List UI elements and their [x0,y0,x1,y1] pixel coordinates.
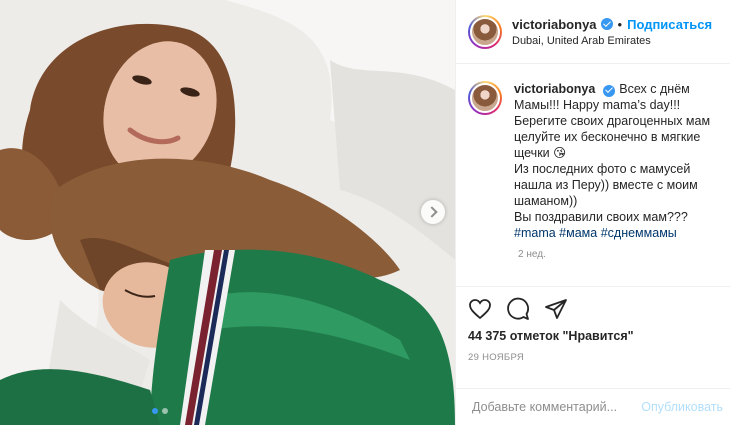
caption-text: victoriabonya Всех с днём Мамы!!! Happy m… [514,81,719,241]
separator-dot: • [617,16,623,32]
caption-line-3: Вы поздравили своих мам??? [514,210,688,224]
caption-line-2: Из последних фото с мамусей нашла из Пер… [514,162,698,208]
likes-count[interactable]: 44 375 отметок "Нравится" [468,329,719,343]
carousel-next-button[interactable] [421,200,445,224]
heart-icon[interactable] [468,297,492,321]
carousel-dot-1 [152,408,158,414]
carousel-dot-2 [162,408,168,414]
avatar[interactable] [468,14,502,49]
comment-input[interactable] [472,400,642,414]
post-date: 29 ноября [468,352,525,363]
comment-form: Опубликовать [456,388,730,425]
post-sidebar: victoriabonya • Подписаться Dubai, Unite… [455,0,730,425]
publish-button[interactable]: Опубликовать [641,400,723,414]
follow-button[interactable]: Подписаться [627,17,712,32]
post-header: victoriabonya • Подписаться Dubai, Unite… [456,0,730,64]
hashtag-mama-latin[interactable]: #mama [514,226,556,240]
location-link[interactable]: Dubai, United Arab Emirates [512,35,712,47]
post-photo[interactable] [0,0,455,425]
caption-username[interactable]: victoriabonya [514,82,595,96]
paper-plane-icon[interactable] [544,297,568,321]
photo-illustration [0,0,455,425]
caption-verified-badge-icon [603,84,616,97]
post-actions: 44 375 отметок "Нравится" 29 ноября [456,286,730,363]
hashtag-mama[interactable]: #мама [559,226,597,240]
caption-area: victoriabonya Всех с днём Мамы!!! Happy m… [456,65,730,285]
header-username[interactable]: victoriabonya [512,17,597,32]
comment-bubble-icon[interactable] [506,297,530,321]
caption-avatar[interactable] [468,81,502,115]
caption-time-ago: 2 нед. [518,249,546,260]
verified-badge-icon [600,18,613,30]
carousel-indicator [152,408,168,414]
hashtag-sdnemmamy[interactable]: #сднеммамы [601,226,677,240]
